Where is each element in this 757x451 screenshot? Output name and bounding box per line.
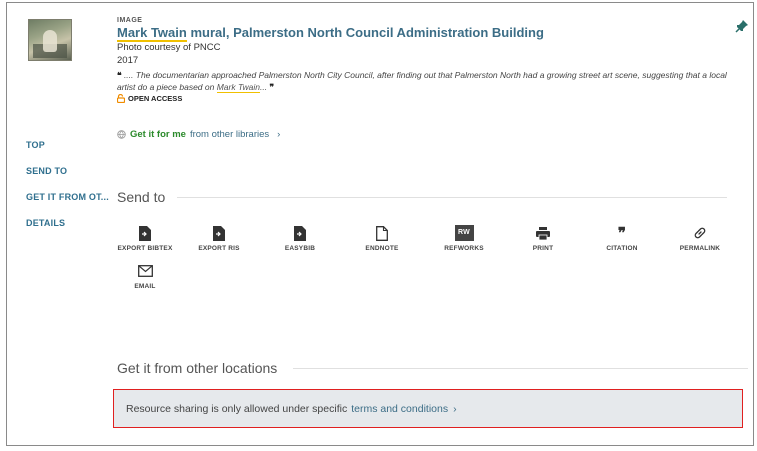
nav-send-to[interactable]: SEND TO (26, 166, 67, 176)
file-export-icon (294, 225, 306, 241)
email-button[interactable]: EMAIL (110, 263, 180, 290)
file-outline-icon (376, 225, 388, 241)
get-it-for-me-link[interactable]: Get it for me from other libraries › (117, 129, 280, 140)
file-export-icon (213, 225, 225, 241)
export-bibtex-button[interactable]: EXPORT BIBTEX (110, 225, 180, 252)
permalink-button[interactable]: PERMALINK (665, 225, 735, 252)
record-credit: Photo courtesy of PNCC (117, 42, 221, 53)
link-icon (694, 227, 706, 239)
send-to-heading: Send to (117, 189, 728, 205)
print-button[interactable]: PRINT (508, 225, 578, 252)
easybib-button[interactable]: EASYBIB (265, 225, 335, 252)
citation-button[interactable]: ❞ CITATION (587, 225, 657, 252)
endnote-button[interactable]: ENDNOTE (347, 225, 417, 252)
open-lock-icon (117, 94, 125, 103)
record-thumbnail[interactable] (28, 19, 72, 61)
open-access-badge: OPEN ACCESS (117, 94, 742, 103)
refworks-icon: RW (454, 225, 474, 241)
record-panel: IMAGE Mark Twain mural, Palmerston North… (6, 2, 754, 446)
record-title[interactable]: Mark Twain mural, Palmerston North Counc… (117, 25, 742, 42)
record-type: IMAGE (117, 17, 143, 24)
resource-sharing-notice: Resource sharing is only allowed under s… (113, 389, 743, 428)
record-details: IMAGE Mark Twain mural, Palmerston North… (117, 17, 742, 103)
refworks-button[interactable]: RW REFWORKS (429, 225, 499, 252)
nav-details[interactable]: DETAILS (26, 218, 65, 228)
export-ris-button[interactable]: EXPORT RIS (184, 225, 254, 252)
printer-icon (536, 226, 550, 240)
record-snippet: ❝ .... The documentarian approached Palm… (117, 70, 727, 93)
file-export-icon (139, 225, 151, 241)
globe-icon (117, 130, 126, 139)
other-locations-heading: Get it from other locations (117, 360, 749, 376)
terms-and-conditions-link[interactable]: terms and conditions (351, 403, 448, 415)
record-year: 2017 (117, 55, 139, 66)
envelope-icon (137, 265, 153, 277)
nav-top[interactable]: TOP (26, 140, 45, 150)
chevron-right-icon[interactable]: › (453, 403, 457, 415)
quote-icon: ❞ (617, 224, 627, 242)
nav-get-it[interactable]: GET IT FROM OT... (26, 192, 109, 202)
